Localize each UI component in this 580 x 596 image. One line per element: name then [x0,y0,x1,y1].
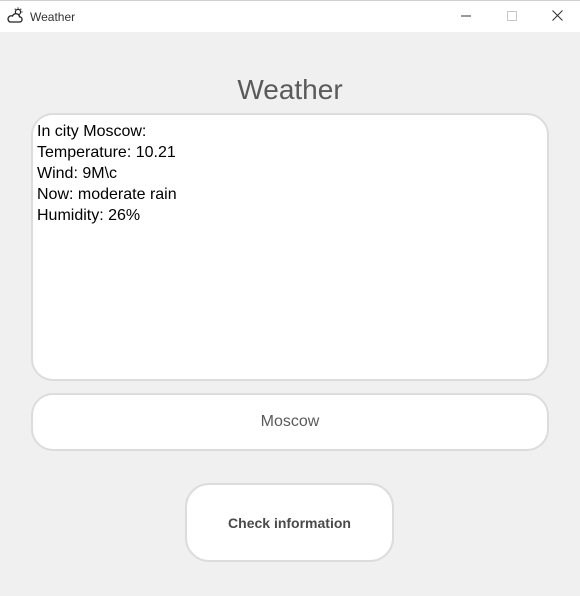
cloud-sun-icon [7,7,24,24]
output-wind-line: Wind: 9M\c [37,165,118,182]
weather-output-text-area[interactable]: In city Moscow: Temperature: 10.21 Wind:… [31,113,549,381]
city-input[interactable] [31,393,549,451]
minimize-button[interactable] [443,1,489,32]
output-humidity-line: Humidity: 26% [37,207,141,224]
maximize-button[interactable] [489,1,535,32]
output-temperature-line: Temperature: 10.21 [37,144,176,161]
maximize-icon [507,8,517,26]
check-information-button[interactable]: Check information [185,483,394,562]
close-button[interactable] [534,1,580,32]
window-title: Weather [30,10,76,24]
page-title: Weather [237,74,343,105]
output-city-line: In city Moscow: [37,123,147,140]
title-bar[interactable]: Weather [0,0,580,32]
app-window: Weather Weather In city Moscow: Temperat… [0,0,580,596]
close-icon [551,8,563,26]
minimize-icon [461,8,471,26]
output-condition-line: Now: moderate rain [37,186,177,203]
